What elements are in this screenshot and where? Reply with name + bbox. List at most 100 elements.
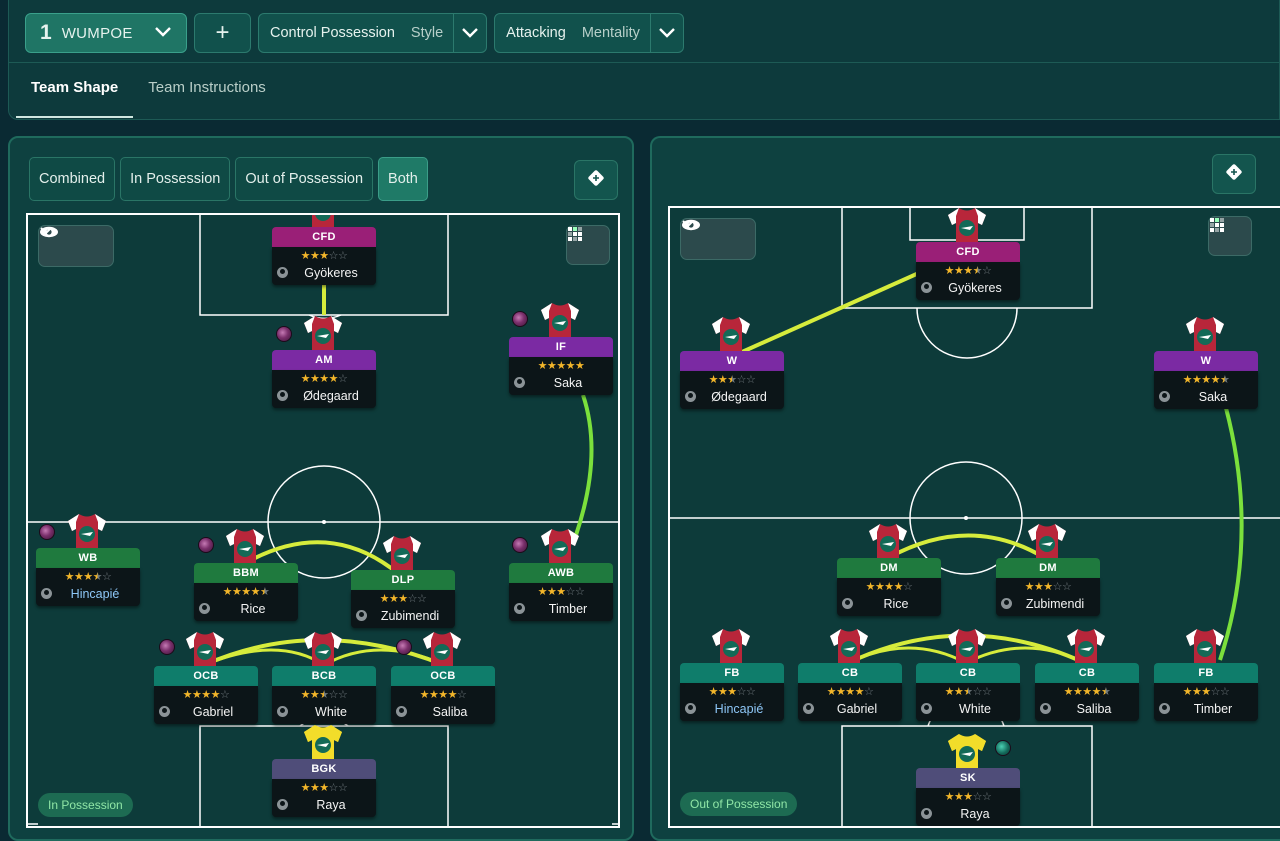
star-rating: ★★★☆☆ (300, 689, 348, 701)
shirt-icon (423, 630, 461, 670)
add-tactic-button[interactable]: + (194, 13, 251, 53)
pitch-view-toggle-button[interactable] (574, 160, 618, 200)
player-name[interactable]: Gyökeres (934, 281, 1016, 295)
style-dropdown[interactable]: Control Possession Style (258, 13, 488, 53)
player-name[interactable]: Ødegaard (698, 390, 780, 404)
player-name[interactable]: Timber (1172, 702, 1254, 716)
player-name[interactable]: Timber (527, 602, 609, 616)
view-combined-button[interactable]: Combined (29, 157, 116, 201)
player-name[interactable]: Raya (934, 807, 1016, 821)
player-avatar-icon (396, 706, 407, 717)
player-avatar-icon (277, 706, 288, 717)
player-trait-icon[interactable] (198, 537, 214, 553)
visibility-toggle-button[interactable] (680, 218, 756, 260)
shirt-icon (304, 314, 342, 354)
player-name[interactable]: Gyökeres (290, 266, 372, 280)
view-in-possession-button[interactable]: In Possession (120, 157, 231, 201)
player-card-awb[interactable]: AWB ★★★☆☆ Timber (509, 529, 613, 621)
player-card-w[interactable]: W ★★★★★ Saka (1154, 317, 1258, 409)
shirt-icon (948, 627, 986, 667)
star-rating: ★★★★★ (1063, 686, 1111, 698)
player-card-fb[interactable]: FB ★★★☆☆ Timber (1154, 629, 1258, 721)
player-name[interactable]: White (290, 705, 372, 719)
player-card-ocb[interactable]: OCB ★★★★☆ Gabriel (154, 632, 258, 724)
player-name[interactable]: Rice (855, 597, 937, 611)
tab-team-shape[interactable]: Team Shape (16, 62, 134, 118)
shirt-icon (383, 534, 421, 574)
phase-label-in-possession: In Possession (38, 793, 133, 817)
plus-icon: + (215, 19, 230, 46)
player-info: ★★★☆☆ Ødegaard (680, 371, 784, 409)
player-name[interactable]: Zubimendi (1014, 597, 1096, 611)
tactic-selector[interactable]: 1 WUMPOE (25, 13, 187, 53)
player-name[interactable]: Hincapié (54, 587, 136, 601)
player-trait-icon[interactable] (512, 537, 528, 553)
player-card-wb[interactable]: WB ★★★★☆ Hincapié (36, 514, 140, 606)
player-role: FB (1154, 663, 1258, 683)
in-possession-panel: Combined In Possession Out of Possession… (8, 136, 634, 841)
player-card-fb[interactable]: FB ★★★☆☆ Hincapié (680, 629, 784, 721)
player-card-bcb[interactable]: BCB ★★★☆☆ White (272, 632, 376, 724)
player-info: ★★★★☆ Rice (837, 578, 941, 616)
player-name[interactable]: Saka (1172, 390, 1254, 404)
player-card-sk[interactable]: SK ★★★☆☆ Raya (916, 734, 1020, 826)
player-name[interactable]: Saliba (409, 705, 491, 719)
mentality-dropdown[interactable]: Attacking Mentality (494, 13, 684, 53)
player-card-if[interactable]: IF ★★★★★ Saka (509, 303, 613, 395)
player-name[interactable]: Saliba (1053, 702, 1135, 716)
player-role: CFD (916, 242, 1020, 262)
player-avatar-icon (1159, 703, 1170, 714)
player-name[interactable]: Gabriel (172, 705, 254, 719)
player-avatar-icon (803, 703, 814, 714)
player-role: CB (798, 663, 902, 683)
player-card-bgk[interactable]: BGK ★★★☆☆ Raya (272, 725, 376, 817)
player-trait-icon[interactable] (39, 524, 55, 540)
shirt-icon (712, 315, 750, 355)
player-name[interactable]: Saka (527, 376, 609, 390)
star-rating: ★★★★☆ (419, 689, 467, 701)
player-info: ★★★★☆ Gabriel (154, 686, 258, 724)
tab-team-instructions[interactable]: Team Instructions (133, 62, 281, 118)
player-trait-icon[interactable] (159, 639, 175, 655)
player-card-cfd[interactable]: CFD ★★★☆☆ Gyökeres (272, 215, 376, 285)
player-card-bbm[interactable]: BBM ★★★★★ Rice (194, 529, 298, 621)
player-name[interactable]: Rice (212, 602, 294, 616)
grid-view-button[interactable] (566, 225, 610, 265)
player-trait-icon[interactable] (512, 311, 528, 327)
pitch-view-toggle-button[interactable] (1212, 154, 1256, 194)
visibility-toggle-button[interactable] (38, 225, 114, 267)
tab-bar: Team Shape Team Instructions (16, 62, 281, 118)
player-trait-icon[interactable] (396, 639, 412, 655)
player-trait-icon[interactable] (276, 326, 292, 342)
view-both-button[interactable]: Both (378, 157, 428, 201)
player-card-cb[interactable]: CB ★★★★☆ Gabriel (798, 629, 902, 721)
player-avatar-icon (199, 603, 210, 614)
player-role: FB (680, 663, 784, 683)
player-card-dm[interactable]: DM ★★★☆☆ Zubimendi (996, 524, 1100, 616)
player-card-cb[interactable]: CB ★★★★★ Saliba (1035, 629, 1139, 721)
player-card-w[interactable]: W ★★★☆☆ Ødegaard (680, 317, 784, 409)
player-info: ★★★☆☆ Timber (1154, 683, 1258, 721)
player-card-ocb[interactable]: OCB ★★★★☆ Saliba (391, 632, 495, 724)
player-trait-icon[interactable] (995, 740, 1011, 756)
view-out-of-possession-button[interactable]: Out of Possession (235, 157, 374, 201)
player-name[interactable]: Raya (290, 798, 372, 812)
shirt-icon (948, 208, 986, 246)
player-card-cfd[interactable]: CFD ★★★★☆ Gyökeres (916, 208, 1020, 300)
player-card-dlp[interactable]: DLP ★★★☆☆ Zubimendi (351, 536, 455, 628)
player-role: WB (36, 548, 140, 568)
grid-view-button[interactable] (1208, 216, 1252, 256)
player-name[interactable]: White (934, 702, 1016, 716)
player-role: CB (1035, 663, 1139, 683)
player-name[interactable]: Gabriel (816, 702, 898, 716)
star-rating: ★★★☆☆ (1182, 686, 1230, 698)
style-label: Style (410, 25, 444, 41)
player-card-am[interactable]: AM ★★★★☆ Ødegaard (272, 316, 376, 408)
player-role: DLP (351, 570, 455, 590)
player-name[interactable]: Hincapié (698, 702, 780, 716)
player-info: ★★★☆☆ Hincapié (680, 683, 784, 721)
player-card-dm[interactable]: DM ★★★★☆ Rice (837, 524, 941, 616)
player-name[interactable]: Ødegaard (290, 389, 372, 403)
player-card-cb[interactable]: CB ★★★☆☆ White (916, 629, 1020, 721)
player-name[interactable]: Zubimendi (369, 609, 451, 623)
